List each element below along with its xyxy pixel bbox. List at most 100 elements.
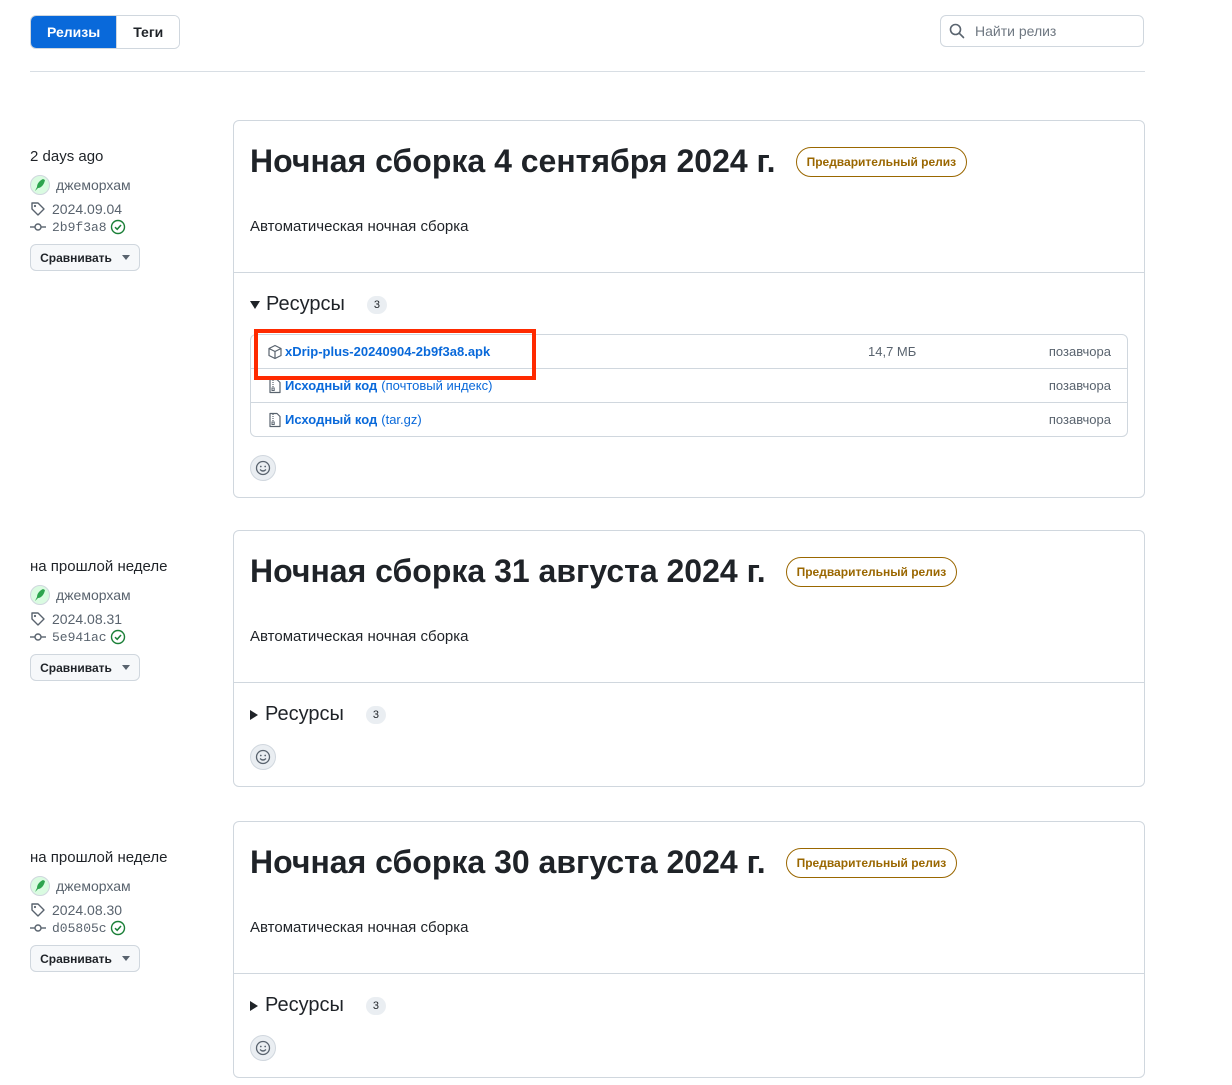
release-tag[interactable]: 2024.08.31 — [30, 611, 220, 627]
tag-icon — [31, 903, 45, 917]
compare-button[interactable]: Сравнивать — [30, 945, 140, 972]
release-meta: 2 days ago джеморхам 2024.09.04 2b9f3a8 … — [30, 120, 220, 271]
check-circle-icon — [110, 629, 125, 645]
triangle-down-icon — [250, 300, 260, 309]
release-author[interactable]: джеморхам — [30, 175, 220, 195]
assets-toggle[interactable]: Ресурсы 3 — [250, 703, 1128, 726]
commit-icon — [30, 924, 46, 932]
triangle-right-icon — [250, 1000, 258, 1011]
asset-subtitle: (почтовый индекс) — [381, 378, 493, 393]
bird-icon — [35, 179, 45, 191]
commit-icon — [30, 633, 46, 641]
release-tag[interactable]: 2024.08.30 — [30, 902, 220, 918]
check-circle-icon — [110, 920, 125, 936]
bird-icon — [35, 880, 45, 892]
package-icon — [268, 344, 282, 359]
search-input[interactable] — [973, 22, 1137, 40]
file-zip-icon — [269, 412, 281, 427]
release-commit[interactable]: d05805c — [30, 920, 220, 936]
search-icon — [949, 23, 965, 39]
author-name: джеморхам — [56, 177, 131, 193]
commit-sha: 2b9f3a8 — [52, 219, 107, 235]
asset-row: Исходный код (почтовый индекс) позавчора — [251, 368, 1127, 402]
author-name: джеморхам — [56, 878, 131, 894]
release-description: Автоматическая ночная сборка — [250, 919, 469, 936]
assets-label: Ресурсы — [266, 293, 345, 315]
tag-icon — [31, 612, 45, 626]
asset-link[interactable]: Исходный код — [285, 378, 377, 393]
compare-button[interactable]: Сравнивать — [30, 654, 140, 681]
asset-date: позавчора — [1048, 344, 1111, 359]
search-box[interactable] — [940, 15, 1144, 47]
compare-label: Сравнивать — [40, 250, 112, 265]
chevron-down-icon — [121, 255, 130, 260]
assets-count: 3 — [365, 705, 386, 724]
asset-list: xDrip-plus-20240904-2b9f3a8.apk 14,7 МБ … — [250, 334, 1128, 437]
smiley-icon — [255, 460, 271, 476]
chevron-down-icon — [121, 956, 130, 961]
release-date: на прошлой неделе — [30, 849, 168, 866]
asset-date: позавчора — [1048, 412, 1111, 427]
prerelease-badge: Предварительный релиз — [795, 146, 968, 177]
add-reaction-button[interactable] — [250, 455, 276, 481]
release-meta: на прошлой неделе джеморхам 2024.08.30 d… — [30, 821, 220, 972]
release-tabs: Релизы Теги — [30, 15, 181, 49]
assets-count: 3 — [366, 295, 387, 314]
triangle-right-icon — [250, 709, 258, 720]
asset-row: Исходный код (tar.gz) позавчора — [251, 402, 1127, 436]
tag-icon — [31, 202, 45, 216]
tab-releases[interactable]: Релизы — [31, 16, 117, 48]
asset-link[interactable]: xDrip-plus-20240904-2b9f3a8.apk — [285, 344, 490, 359]
top-divider — [30, 71, 1145, 72]
avatar — [30, 876, 50, 896]
release-commit[interactable]: 2b9f3a8 — [30, 219, 220, 235]
add-reaction-button[interactable] — [250, 744, 276, 770]
asset-subtitle: (tar.gz) — [381, 412, 422, 427]
compare-button[interactable]: Сравнивать — [30, 244, 140, 271]
asset-row: xDrip-plus-20240904-2b9f3a8.apk 14,7 МБ … — [251, 335, 1127, 368]
asset-link[interactable]: Исходный код — [285, 412, 377, 427]
assets-toggle[interactable]: Ресурсы 3 — [250, 994, 1128, 1017]
release-author[interactable]: джеморхам — [30, 585, 220, 605]
compare-label: Сравнивать — [40, 660, 112, 675]
release-card: Ночная сборка 30 августа 2024 г. Предвар… — [233, 821, 1145, 1078]
assets-count: 3 — [365, 996, 386, 1015]
release-date: 2 days ago — [30, 148, 104, 165]
release-author[interactable]: джеморхам — [30, 876, 220, 896]
asset-size: 14,7 МБ — [868, 344, 917, 359]
release-description: Автоматическая ночная сборка — [250, 628, 469, 645]
prerelease-badge: Предварительный релиз — [785, 556, 958, 587]
release-description: Автоматическая ночная сборка — [250, 218, 469, 235]
tag-name: 2024.08.30 — [52, 902, 123, 918]
release-date: на прошлой неделе — [30, 558, 168, 575]
bird-icon — [35, 589, 45, 601]
chevron-down-icon — [121, 665, 130, 670]
file-zip-icon — [269, 378, 281, 393]
release-card: Ночная сборка 4 сентября 2024 г. Предвар… — [233, 120, 1145, 498]
assets-label: Ресурсы — [265, 703, 344, 725]
assets-toggle[interactable]: Ресурсы 3 — [250, 293, 1128, 316]
prerelease-badge: Предварительный релиз — [785, 847, 958, 878]
commit-sha: 5e941ac — [52, 629, 107, 645]
release-title[interactable]: Ночная сборка 4 сентября 2024 г. — [250, 143, 776, 180]
release-title[interactable]: Ночная сборка 30 августа 2024 г. — [250, 844, 766, 881]
smiley-icon — [255, 749, 271, 765]
release-commit[interactable]: 5e941ac — [30, 629, 220, 645]
compare-label: Сравнивать — [40, 951, 112, 966]
release-card: Ночная сборка 31 августа 2024 г. Предвар… — [233, 530, 1145, 787]
asset-date: позавчора — [1048, 378, 1111, 393]
tab-tags[interactable]: Теги — [116, 16, 180, 48]
release-title[interactable]: Ночная сборка 31 августа 2024 г. — [250, 553, 766, 590]
commit-icon — [30, 223, 46, 231]
author-name: джеморхам — [56, 587, 131, 603]
assets-label: Ресурсы — [265, 994, 344, 1016]
smiley-icon — [255, 1040, 271, 1056]
commit-sha: d05805c — [52, 920, 107, 936]
release-tag[interactable]: 2024.09.04 — [30, 201, 220, 217]
release-meta: на прошлой неделе джеморхам 2024.08.31 5… — [30, 530, 220, 681]
add-reaction-button[interactable] — [250, 1035, 276, 1061]
avatar — [30, 585, 50, 605]
check-circle-icon — [110, 219, 125, 235]
tag-name: 2024.09.04 — [52, 201, 123, 217]
tag-name: 2024.08.31 — [52, 611, 123, 627]
